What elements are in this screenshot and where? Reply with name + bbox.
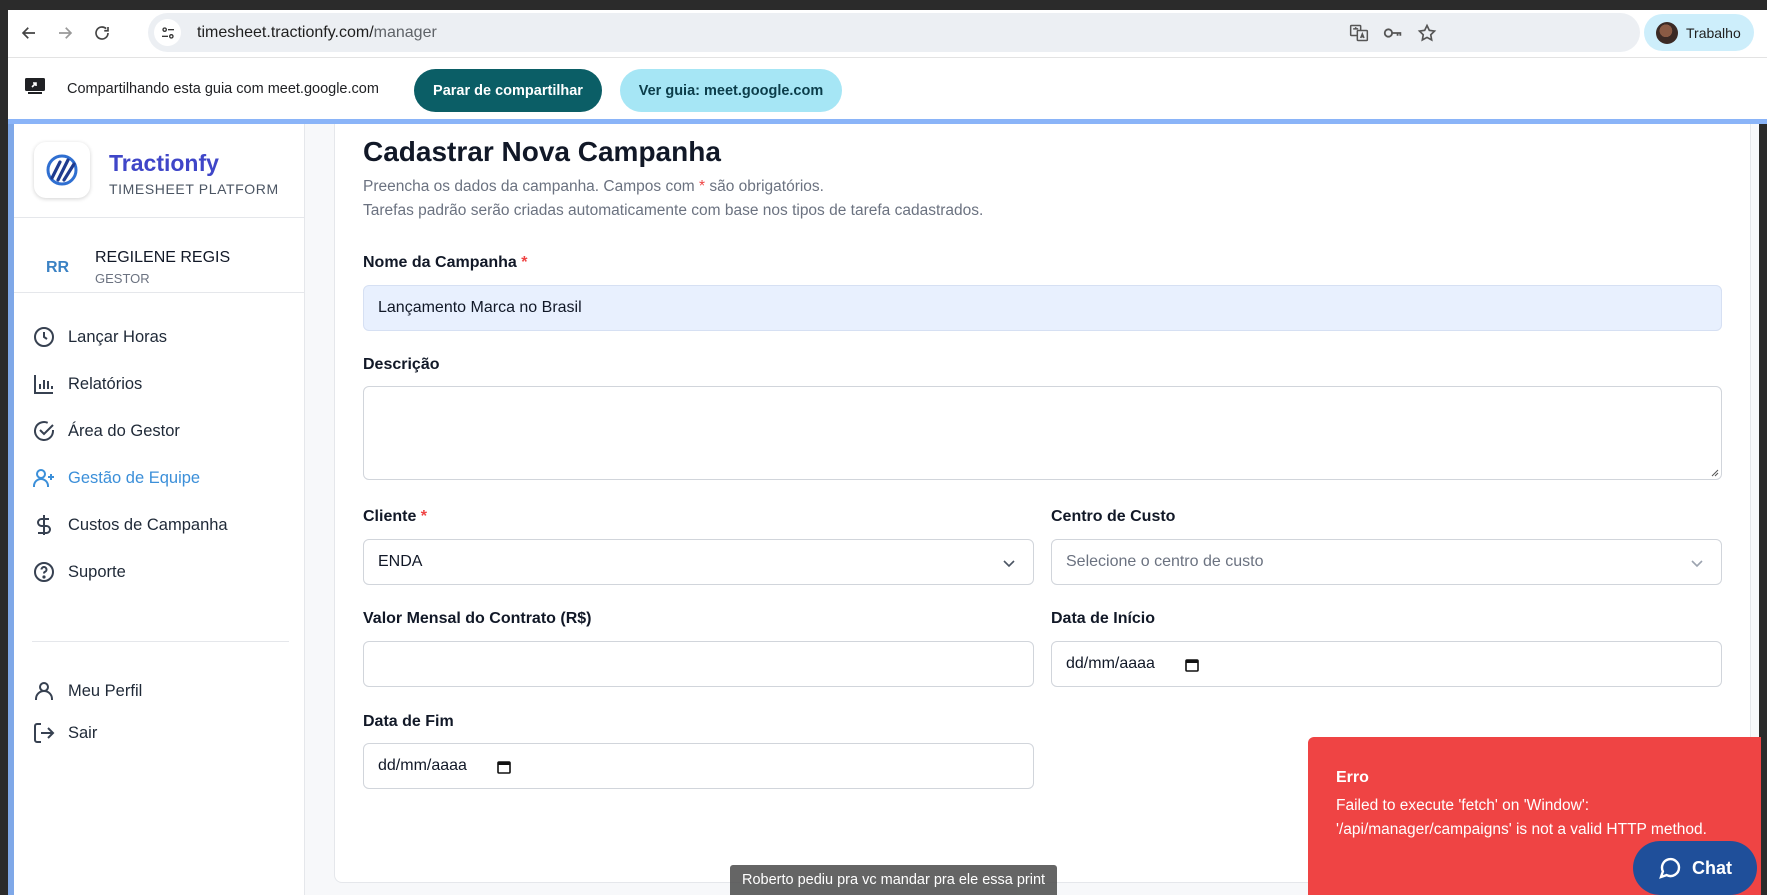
help-circle-icon	[34, 562, 54, 582]
sidebar-item-label: Suporte	[68, 562, 126, 581]
sidebar-item-label: Gestão de Equipe	[68, 468, 201, 487]
campaign-name-input[interactable]: Lançamento Marca no Brasil	[363, 285, 1722, 331]
reload-icon[interactable]	[89, 20, 115, 46]
check-circle-icon	[34, 421, 54, 441]
sidebar-item-area-do-gestor[interactable]: Área do Gestor	[32, 416, 292, 446]
client-label: Cliente *	[363, 508, 428, 525]
cost-center-label: Centro de Custo	[1051, 508, 1176, 525]
chevron-down-icon	[1003, 560, 1015, 568]
sidebar-item-meu-perfil[interactable]: Meu Perfil	[32, 676, 292, 706]
sidebar-item-relatorios[interactable]: Relatórios	[32, 369, 292, 399]
user-initials: RR	[46, 259, 70, 276]
form-subtitle: Preencha os dados da campanha. Campos co…	[363, 178, 984, 219]
user-icon	[35, 682, 53, 700]
sidebar-item-label: Área do Gestor	[68, 421, 180, 440]
brand-subtitle: TIMESHEET PLATFORM	[109, 181, 279, 197]
sidebar-item-label: Relatórios	[68, 374, 143, 393]
forward-arrow-icon[interactable]	[52, 20, 78, 46]
resize-handle-icon[interactable]	[1709, 467, 1719, 477]
profile-name: Trabalho	[1686, 24, 1741, 41]
bookmark-star-icon[interactable]	[1416, 22, 1438, 44]
user-role: GESTOR	[95, 271, 150, 286]
sidebar-item-custos-de-campanha[interactable]: Custos de Campanha	[32, 510, 292, 540]
sidebar: Tractionfy TIMESHEET PLATFORM RR REGILEN…	[14, 124, 305, 895]
back-arrow-icon[interactable]	[16, 20, 42, 46]
brand-name: Tractionfy	[109, 150, 219, 176]
password-key-icon[interactable]	[1382, 22, 1404, 44]
window-top-edge	[0, 0, 1767, 10]
chevron-down-icon	[1691, 560, 1703, 568]
meeting-caption: Roberto pediu pra vc mandar pra ele essa…	[730, 865, 1058, 895]
sidebar-item-lancar-horas[interactable]: Lançar Horas	[32, 322, 292, 352]
tractionfy-logo-icon	[46, 154, 78, 186]
toast-message: Failed to execute 'fetch' on 'Window': '…	[1336, 797, 1707, 838]
sidebar-item-suporte[interactable]: Suporte	[32, 557, 292, 587]
client-select[interactable]: ENDA	[363, 539, 1034, 585]
end-date-input[interactable]: dd/mm/aaaa	[363, 743, 1034, 789]
chat-label: Chat	[1692, 857, 1732, 878]
campaign-name-label: Nome da Campanha *	[363, 254, 528, 271]
end-date-label: Data de Fim	[363, 713, 454, 730]
clock-icon	[34, 327, 54, 347]
page-title: Cadastrar Nova Campanha	[363, 136, 721, 167]
calendar-icon[interactable]	[496, 759, 512, 775]
browser-toolbar: timesheet.tractionfy.com/manager Trabalh…	[8, 10, 1767, 57]
sidebar-item-label: Lançar Horas	[68, 327, 168, 346]
user-name: REGILENE REGIS	[95, 249, 231, 266]
avatar	[1656, 21, 1678, 44]
monthly-value-input[interactable]	[363, 641, 1034, 687]
description-textarea[interactable]	[363, 386, 1722, 480]
bar-chart-icon	[34, 375, 53, 394]
calendar-icon[interactable]	[1184, 657, 1200, 673]
cost-center-select[interactable]: Selecione o centro de custo	[1051, 539, 1722, 585]
app-logo[interactable]	[34, 142, 90, 198]
monthly-value-label: Valor Mensal do Contrato (R$)	[363, 610, 592, 627]
start-date-label: Data de Início	[1051, 610, 1156, 627]
start-date-input[interactable]: dd/mm/aaaa	[1051, 641, 1722, 687]
chat-bubble-icon	[1659, 857, 1681, 879]
dollar-icon	[37, 515, 51, 535]
url-text: timesheet.tractionfy.com/manager	[197, 24, 437, 41]
user-plus-icon	[33, 469, 54, 487]
stop-sharing-button[interactable]: Parar de compartilhar	[414, 69, 602, 112]
sidebar-item-sair[interactable]: Sair	[32, 718, 292, 748]
toast-title: Erro	[1336, 769, 1369, 786]
sidebar-divider	[32, 641, 289, 642]
sidebar-item-label: Meu Perfil	[68, 681, 143, 700]
share-status-text: Compartilhando esta guia com meet.google…	[67, 81, 379, 97]
translate-icon[interactable]	[1348, 22, 1370, 44]
view-shared-tab-button[interactable]: Ver guia: meet.google.com	[620, 69, 842, 112]
sidebar-item-gestao-de-equipe[interactable]: Gestão de Equipe	[32, 463, 292, 493]
sidebar-divider	[14, 292, 305, 293]
sidebar-item-label: Custos de Campanha	[68, 515, 228, 534]
address-bar[interactable]: timesheet.tractionfy.com/manager	[148, 13, 1640, 52]
chat-button[interactable]: Chat	[1633, 841, 1757, 895]
site-settings-icon[interactable]	[154, 19, 181, 46]
screen-share-icon	[25, 78, 45, 94]
profile-chip[interactable]: Trabalho	[1644, 14, 1754, 51]
screen-share-bar: Compartilhando esta guia com meet.google…	[8, 57, 1767, 119]
logout-icon	[34, 723, 55, 743]
sidebar-divider	[14, 217, 305, 218]
sidebar-item-label: Sair	[68, 723, 98, 742]
description-label: Descrição	[363, 356, 440, 373]
